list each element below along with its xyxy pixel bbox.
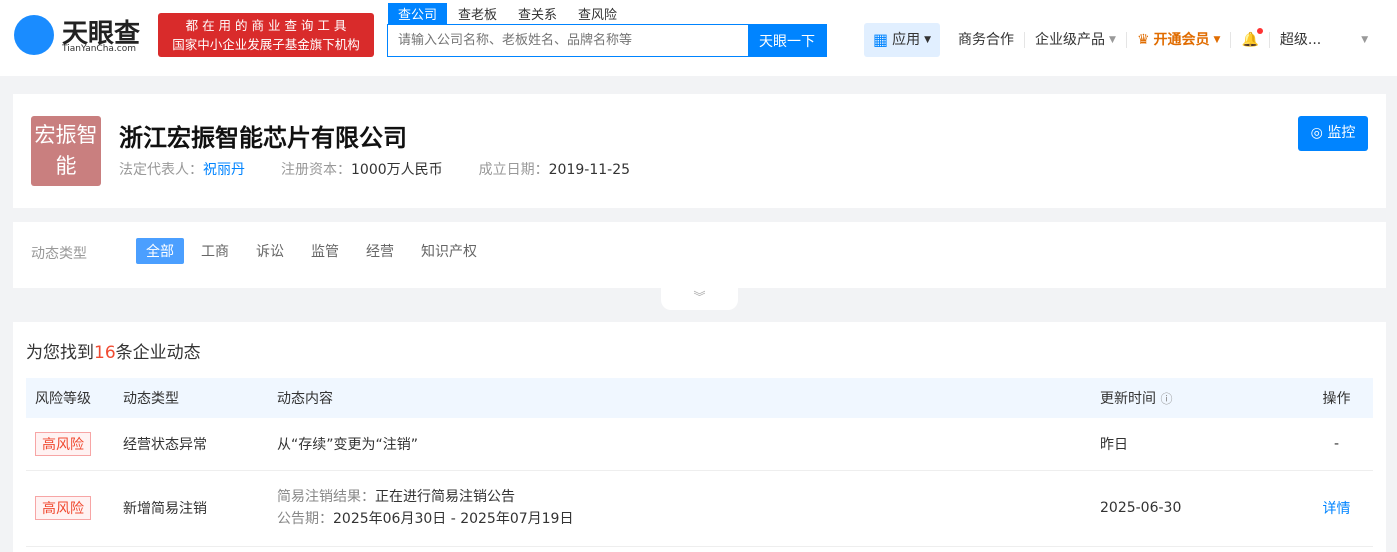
notification-dot [1256,28,1263,34]
filter-all[interactable]: 全部 [136,238,184,264]
details-link[interactable]: 详情 [1291,470,1373,547]
caret-down-icon: ▼ [1361,35,1369,45]
caret-down-icon: ▼ [924,35,932,45]
table-row: 高风险 新增简易注销 简易注销结果：正在进行简易注销公告 公告期：2025年06… [26,470,1373,547]
results-number: 16 [94,343,116,363]
slogan-banner: 都 在 用 的 商 业 查 询 工 具国家中小企业发展子基金旗下机构 [158,13,374,57]
filter-regulation[interactable]: 监管 [301,238,349,264]
logo-subtext: TianYanCha.com [62,44,137,54]
capital-value: 1000万人民币 [351,162,443,178]
filter-ip[interactable]: 知识产权 [411,238,487,264]
monitor-button[interactable]: ◎ 监控 [1298,116,1368,151]
tab-relation[interactable]: 查关系 [508,3,567,24]
grid-icon: ▦ [873,30,889,49]
table-header: 风险等级 动态类型 动态内容 更新时间 ⓘ 操作 [26,378,1373,418]
risk-badge: 高风险 [35,496,91,520]
content-value: 正在进行简易注销公告 [375,489,515,505]
filter-operation[interactable]: 经营 [356,238,404,264]
search-bar: 天眼一下 [387,24,827,57]
slogan-line1: 都 在 用 的 商 业 查 询 工 具 [185,18,347,33]
top-nav: ▦ 应用 ▼ 商务合作 企业级产品 ▼ ♛ 开通会员 ▼ 🔔 超级... ▼ [864,23,1378,57]
user-menu[interactable]: 超级... ▼ [1270,32,1378,48]
risk-badge: 高风险 [35,431,91,456]
help-icon[interactable]: ⓘ [1160,392,1172,406]
col-time: 更新时间 [1100,391,1156,407]
expand-chevron-icon[interactable]: ︾ [661,288,738,310]
monitor-label: 监控 [1327,125,1356,141]
caret-down-icon: ▼ [1213,35,1221,45]
filter-business[interactable]: 工商 [191,238,239,264]
tianyancha-logo-icon[interactable] [14,15,54,55]
vip-label: 开通会员 [1153,32,1210,48]
notification-bell[interactable]: 🔔 [1231,28,1270,48]
events-table: 风险等级 动态类型 动态内容 更新时间 ⓘ 操作 高风险 经营状态异常 从“存续… [26,378,1373,547]
search-input[interactable] [388,25,748,56]
event-type: 新增简易注销 [114,470,268,547]
search-button[interactable]: 天眼一下 [748,25,826,56]
caret-down-icon: ▼ [1109,35,1116,45]
enterprise-menu[interactable]: 企业级产品 ▼ [1025,32,1127,48]
slogan-line2: 国家中小企业发展子基金旗下机构 [172,37,360,52]
table-row: 高风险 经营状态异常 从“存续”变更为“注销” 昨日 - [26,418,1373,471]
company-name: 浙江宏振智能芯片有限公司 [119,124,407,152]
results-suffix: 条企业动态 [115,343,201,363]
event-content: 简易注销结果：正在进行简易注销公告 公告期：2025年06月30日 - 2025… [268,470,1091,547]
event-type: 经营状态异常 [114,418,268,471]
content-label: 公告期： [277,511,333,527]
top-header: 天眼查 TianYanCha.com 都 在 用 的 商 业 查 询 工 具国家… [0,0,1397,76]
enterprise-label: 企业级产品 [1035,32,1106,48]
crown-icon: ♛ [1136,32,1150,48]
col-content: 动态内容 [268,378,1091,418]
col-risk: 风险等级 [26,378,114,418]
user-name: 超级... [1279,32,1322,48]
col-type: 动态类型 [114,378,268,418]
content-label: 简易注销结果： [277,489,375,505]
tab-company[interactable]: 查公司 [388,3,448,24]
filter-tabs: 全部 工商 诉讼 监管 经营 知识产权 [136,238,487,264]
content-value: 2025年06月30日 - 2025年07月19日 [333,511,574,527]
monitor-icon: ◎ [1310,125,1323,141]
founded-label: 成立日期： [478,162,549,178]
tab-boss[interactable]: 查老板 [448,3,507,24]
filter-litigation[interactable]: 诉讼 [246,238,294,264]
legal-rep-link[interactable]: 祝丽丹 [203,162,245,178]
event-time: 昨日 [1091,418,1291,471]
legal-rep-label: 法定代表人： [119,162,203,178]
col-action: 操作 [1291,378,1373,418]
event-time: 2025-06-30 [1091,470,1291,547]
business-link[interactable]: 商务合作 [948,32,1026,48]
vip-menu[interactable]: ♛ 开通会员 ▼ [1127,32,1232,48]
company-logo: 宏振智能 [31,116,101,186]
apps-label: 应用 [892,32,921,48]
tab-risk[interactable]: 查风险 [568,3,627,24]
results-count: 为您找到16条企业动态 [26,338,201,363]
filter-label: 动态类型 [31,246,87,262]
event-content: 从“存续”变更为“注销” [268,418,1091,471]
founded-value: 2019-11-25 [548,162,631,178]
search-tabs: 查公司 查老板 查关系 查风险 [388,3,628,24]
apps-menu[interactable]: ▦ 应用 ▼ [864,23,941,57]
company-meta: 法定代表人：祝丽丹 注册资本：1000万人民币 成立日期：2019-11-25 [119,159,630,179]
capital-label: 注册资本： [281,162,351,178]
event-action: - [1291,418,1373,471]
results-prefix: 为您找到 [26,343,94,363]
